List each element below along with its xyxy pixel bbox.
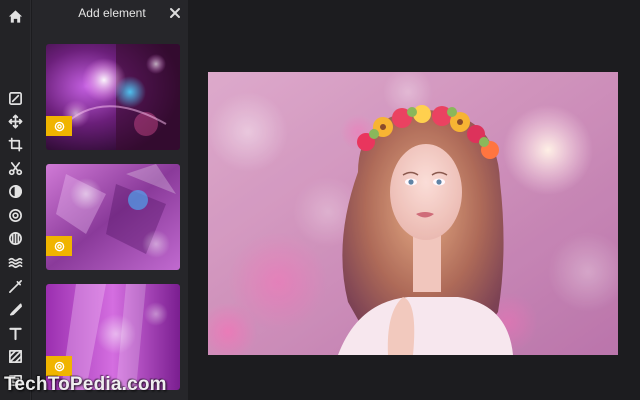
crop-icon[interactable]	[4, 134, 26, 154]
close-icon[interactable]	[169, 6, 181, 18]
element-thumbnail[interactable]	[46, 44, 180, 150]
text-icon[interactable]	[4, 323, 26, 343]
adjust-icon[interactable]	[4, 88, 26, 108]
premium-badge-icon	[46, 236, 72, 256]
panel-header: Add element	[32, 0, 188, 28]
cut-icon[interactable]	[4, 158, 26, 178]
portrait-photo	[208, 72, 618, 355]
add-element-panel: Add element	[32, 0, 188, 400]
filter-icon[interactable]	[4, 205, 26, 225]
premium-badge-icon	[46, 116, 72, 136]
wave-icon[interactable]	[4, 252, 26, 272]
home-icon[interactable]	[4, 6, 26, 26]
photo-editor: Add element TechToPedia.com	[0, 0, 640, 400]
brush-icon[interactable]	[4, 276, 26, 296]
draw-icon[interactable]	[4, 299, 26, 319]
watermark-text: TechToPedia.com	[4, 374, 167, 395]
left-toolbar	[0, 0, 31, 400]
color-icon[interactable]	[4, 228, 26, 248]
premium-badge-icon	[46, 356, 72, 376]
panel-title: Add element	[78, 6, 146, 20]
texture-icon[interactable]	[4, 346, 26, 366]
element-thumbnail[interactable]	[46, 164, 180, 270]
editing-canvas[interactable]	[208, 72, 618, 355]
exposure-icon[interactable]	[4, 181, 26, 201]
move-icon[interactable]	[4, 111, 26, 131]
